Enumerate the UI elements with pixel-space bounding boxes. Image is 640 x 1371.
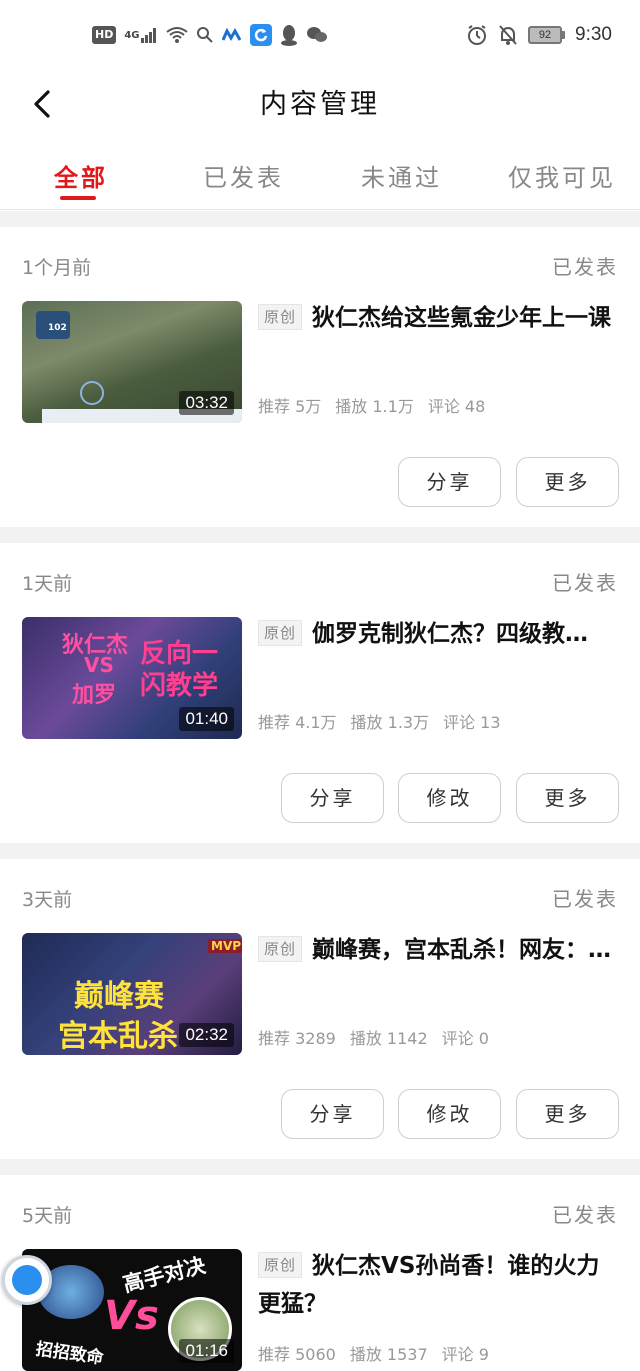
thumb-text: 加罗 bbox=[72, 683, 117, 708]
content-stats: 推荐 5万 播放 1.1万 评论 48 bbox=[258, 393, 485, 417]
post-time: 1天前 bbox=[22, 573, 73, 595]
signal-icon: 4G bbox=[124, 24, 157, 46]
original-badge: 原创 bbox=[258, 620, 303, 646]
floating-assist-button[interactable] bbox=[2, 1255, 52, 1305]
title-text: 狄仁杰给这些氪金少年上一课 bbox=[312, 305, 612, 331]
original-badge: 原创 bbox=[258, 936, 303, 962]
status-label: 已发表 bbox=[552, 571, 618, 595]
more-button[interactable]: 更多 bbox=[516, 1089, 619, 1139]
title-text: 伽罗克制狄仁杰？四级教… bbox=[312, 621, 589, 647]
status-label: 已发表 bbox=[552, 887, 618, 911]
recommend-count: 推荐 5060 bbox=[258, 1345, 336, 1364]
post-time: 5天前 bbox=[22, 1205, 73, 1227]
play-count: 播放 1142 bbox=[349, 1029, 428, 1048]
tab-published[interactable]: 已发表 bbox=[203, 158, 284, 193]
battery-icon: 92 bbox=[528, 26, 566, 44]
thumb-text: 宫本乱杀 bbox=[58, 1019, 178, 1054]
status-left-icons: HD 4G bbox=[92, 24, 328, 46]
clock: 9:30 bbox=[575, 24, 612, 45]
status-bar: HD 4G 92 9:30 bbox=[0, 0, 640, 74]
tab-active-indicator bbox=[60, 196, 96, 200]
original-badge: 原创 bbox=[258, 1252, 303, 1278]
video-thumbnail[interactable]: 狄仁杰 VS 加罗 反向一 闪教学 01:40 bbox=[22, 617, 242, 739]
tab-bar: 全部 已发表 未通过 仅我可见 bbox=[0, 148, 640, 210]
alarm-icon bbox=[466, 24, 488, 46]
content-title[interactable]: 原创 狄仁杰VS孙尚香！谁的火力更猛？ bbox=[258, 1247, 618, 1323]
status-label: 已发表 bbox=[552, 255, 618, 279]
play-count: 播放 1.1万 bbox=[335, 397, 414, 416]
tab-rejected[interactable]: 未通过 bbox=[361, 158, 442, 193]
comment-count: 评论 9 bbox=[441, 1345, 489, 1364]
recommend-count: 推荐 3289 bbox=[258, 1029, 336, 1048]
post-time: 1个月前 bbox=[22, 257, 92, 279]
thumb-text: Vs bbox=[104, 1293, 159, 1339]
tab-all[interactable]: 全部 bbox=[54, 158, 108, 193]
qq-icon bbox=[280, 24, 298, 46]
content-title[interactable]: 原创 巅峰赛，宫本乱杀！网友：… bbox=[258, 931, 618, 969]
thumb-text: 高手对决 bbox=[120, 1253, 208, 1297]
bell-off-icon bbox=[498, 24, 518, 46]
edit-button[interactable]: 修改 bbox=[398, 773, 501, 823]
comment-count: 评论 0 bbox=[441, 1029, 489, 1048]
video-duration: 02:32 bbox=[179, 1023, 234, 1047]
content-stats: 推荐 4.1万 播放 1.3万 评论 13 bbox=[258, 709, 501, 733]
edit-button[interactable]: 修改 bbox=[398, 1089, 501, 1139]
tab-private[interactable]: 仅我可见 bbox=[508, 158, 616, 193]
status-label: 已发表 bbox=[552, 1203, 618, 1227]
recommend-count: 推荐 4.1万 bbox=[258, 713, 337, 732]
video-duration: 01:16 bbox=[179, 1339, 234, 1363]
recommend-count: 推荐 5万 bbox=[258, 397, 322, 416]
post-time: 3天前 bbox=[22, 889, 73, 911]
divider bbox=[0, 211, 640, 227]
divider bbox=[0, 527, 640, 543]
network-type: 4G bbox=[124, 29, 140, 41]
content-stats: 推荐 5060 播放 1537 评论 9 bbox=[258, 1341, 489, 1365]
share-button[interactable]: 分享 bbox=[398, 457, 501, 507]
search-icon bbox=[196, 24, 214, 46]
thumb-text: 巅峰赛 bbox=[74, 979, 164, 1014]
sync-app-icon bbox=[249, 24, 272, 46]
video-thumbnail[interactable]: 高手对决 Vs 招招致命 01:16 bbox=[22, 1249, 242, 1371]
divider bbox=[0, 843, 640, 859]
content-card[interactable]: 5天前 已发表 高手对决 Vs 招招致命 01:16 原创 狄仁杰VS孙尚香！谁的… bbox=[0, 1175, 640, 1371]
video-thumbnail[interactable]: 102 03:32 bbox=[22, 301, 242, 423]
play-count: 播放 1537 bbox=[349, 1345, 428, 1364]
share-button[interactable]: 分享 bbox=[281, 773, 384, 823]
content-title[interactable]: 原创 狄仁杰给这些氪金少年上一课 bbox=[258, 299, 618, 337]
content-stats: 推荐 3289 播放 1142 评论 0 bbox=[258, 1025, 489, 1049]
wifi-icon bbox=[165, 24, 188, 46]
battery-level: 92 bbox=[528, 26, 563, 44]
content-card[interactable]: 3天前 已发表 MVP 巅峰赛 宫本乱杀 02:32 原创 巅峰赛，宫本乱杀！网友… bbox=[0, 859, 640, 1159]
page-title: 内容管理 bbox=[260, 89, 380, 120]
content-title[interactable]: 原创 伽罗克制狄仁杰？四级教… bbox=[258, 615, 618, 653]
mvp-badge: MVP bbox=[208, 939, 242, 953]
header: 内容管理 bbox=[0, 74, 640, 128]
comment-count: 评论 13 bbox=[443, 713, 501, 732]
thumb-text: 招招致命 bbox=[34, 1339, 105, 1369]
hd-icon: HD bbox=[92, 26, 117, 44]
wechat-icon bbox=[306, 24, 328, 46]
comment-count: 评论 48 bbox=[427, 397, 486, 416]
thumb-text: 闪教学 bbox=[140, 671, 219, 701]
video-thumbnail[interactable]: MVP 巅峰赛 宫本乱杀 02:32 bbox=[22, 933, 242, 1055]
original-badge: 原创 bbox=[258, 304, 303, 330]
video-duration: 03:32 bbox=[179, 391, 234, 415]
content-card[interactable]: 1天前 已发表 狄仁杰 VS 加罗 反向一 闪教学 01:40 原创 伽罗克制狄仁… bbox=[0, 543, 640, 843]
content-card[interactable]: 1个月前 已发表 102 03:32 原创 狄仁杰给这些氪金少年上一课 推荐 5万… bbox=[0, 227, 640, 527]
title-text: 狄仁杰VS孙尚香！谁的火力更猛？ bbox=[258, 1253, 600, 1317]
play-count: 播放 1.3万 bbox=[350, 713, 430, 732]
more-button[interactable]: 更多 bbox=[516, 773, 619, 823]
divider bbox=[0, 1159, 640, 1175]
more-button[interactable]: 更多 bbox=[516, 457, 619, 507]
status-right-icons: 92 9:30 bbox=[466, 24, 612, 46]
title-text: 巅峰赛，宫本乱杀！网友：… bbox=[312, 937, 612, 963]
app-notification-icon bbox=[221, 24, 242, 46]
video-duration: 01:40 bbox=[179, 707, 234, 731]
assist-dot-icon bbox=[12, 1265, 42, 1295]
thumb-text: VS bbox=[84, 653, 114, 677]
share-button[interactable]: 分享 bbox=[281, 1089, 384, 1139]
thumb-text: 102 bbox=[48, 323, 67, 333]
